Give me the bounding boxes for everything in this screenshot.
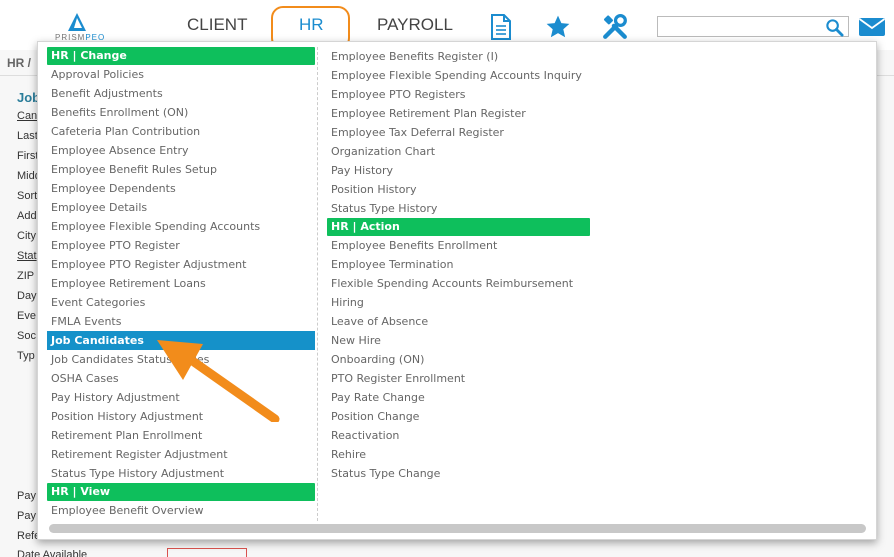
field-label: First — [17, 150, 39, 162]
menu-item-position-change[interactable]: Position Change — [327, 407, 595, 426]
menu-section-header: HR | Change — [47, 47, 315, 65]
menu-item-benefits-enrollment-on[interactable]: Benefits Enrollment (ON) — [47, 103, 315, 122]
menu-item-benefit-adjustments[interactable]: Benefit Adjustments — [47, 84, 315, 103]
menu-item-status-type-history-adjustment[interactable]: Status Type History Adjustment — [47, 464, 315, 483]
horizontal-scrollbar[interactable] — [49, 524, 866, 533]
menu-item-employee-termination[interactable]: Employee Termination — [327, 255, 595, 274]
menu-item-employee-flexible-spending-accounts-inquiry[interactable]: Employee Flexible Spending Accounts Inqu… — [327, 66, 595, 85]
column-divider — [317, 47, 318, 521]
menu-item-employee-tax-deferral-register[interactable]: Employee Tax Deferral Register — [327, 123, 595, 142]
field-label: Pay — [17, 510, 36, 522]
menu-item-rehire[interactable]: Rehire — [327, 445, 595, 464]
menu-item-reactivation[interactable]: Reactivation — [327, 426, 595, 445]
menu-item-pay-history[interactable]: Pay History — [327, 161, 595, 180]
menu-item-employee-details[interactable]: Employee Details — [47, 198, 315, 217]
menu-item-leave-of-absence[interactable]: Leave of Absence — [327, 312, 595, 331]
menu-item-status-type-change[interactable]: Status Type Change — [327, 464, 595, 483]
menu-item-new-hire[interactable]: New Hire — [327, 331, 595, 350]
menu-item-flexible-spending-accounts-reimbursement[interactable]: Flexible Spending Accounts Reimbursement — [327, 274, 595, 293]
field-label: Last — [17, 130, 38, 142]
search-box — [657, 16, 849, 37]
tools-icon[interactable] — [602, 14, 628, 40]
menu-column-1: HR | Change Approval Policies Benefit Adju… — [47, 47, 315, 520]
field-label: Typ — [17, 350, 35, 362]
field-label[interactable]: Can — [17, 110, 37, 122]
menu-item-approval-policies[interactable]: Approval Policies — [47, 65, 315, 84]
menu-item-employee-pto-register[interactable]: Employee PTO Register — [47, 236, 315, 255]
tab-payroll[interactable]: PAYROLL — [377, 15, 453, 35]
field-label: Eve — [17, 310, 36, 322]
menu-item-fmla-events[interactable]: FMLA Events — [47, 312, 315, 331]
menu-item-employee-benefit-rules-setup[interactable]: Employee Benefit Rules Setup — [47, 160, 315, 179]
menu-item-organization-chart[interactable]: Organization Chart — [327, 142, 595, 161]
menu-item-retirement-register-adjustment[interactable]: Retirement Register Adjustment — [47, 445, 315, 464]
date-available-field[interactable] — [167, 548, 247, 557]
menu-item-employee-retirement-loans[interactable]: Employee Retirement Loans — [47, 274, 315, 293]
document-icon[interactable] — [490, 14, 512, 40]
star-icon[interactable] — [545, 14, 571, 40]
menu-item-pto-register-enrollment[interactable]: PTO Register Enrollment — [327, 369, 595, 388]
field-label: Soc — [17, 330, 36, 342]
field-label: Day — [17, 290, 37, 302]
mail-icon[interactable] — [858, 17, 886, 37]
menu-item-onboarding-on[interactable]: Onboarding (ON) — [327, 350, 595, 369]
menu-item-event-categories[interactable]: Event Categories — [47, 293, 315, 312]
menu-item-employee-pto-registers[interactable]: Employee PTO Registers — [327, 85, 595, 104]
menu-item-employee-benefit-overview[interactable]: Employee Benefit Overview — [47, 501, 315, 520]
field-label[interactable]: Stat — [17, 250, 37, 262]
hr-dropdown-menu: HR | Change Approval Policies Benefit Adju… — [37, 41, 877, 540]
field-label: Add — [17, 210, 37, 222]
menu-item-cafeteria-plan-contribution[interactable]: Cafeteria Plan Contribution — [47, 122, 315, 141]
menu-item-employee-benefits-enrollment[interactable]: Employee Benefits Enrollment — [327, 236, 595, 255]
menu-item-employee-pto-register-adjustment[interactable]: Employee PTO Register Adjustment — [47, 255, 315, 274]
field-label: City — [17, 230, 36, 242]
field-label: Pay — [17, 490, 36, 502]
menu-item-retirement-plan-enrollment[interactable]: Retirement Plan Enrollment — [47, 426, 315, 445]
menu-section-header: HR | View — [47, 483, 315, 501]
menu-item-employee-retirement-plan-register[interactable]: Employee Retirement Plan Register — [327, 104, 595, 123]
search-icon[interactable] — [825, 18, 844, 37]
annotation-arrow-icon — [157, 340, 280, 422]
field-label: Date Available — [17, 549, 88, 557]
menu-column-2: Employee Benefits Register (I) Employee F… — [327, 47, 595, 483]
menu-item-employee-absence-entry[interactable]: Employee Absence Entry — [47, 141, 315, 160]
tab-hr[interactable]: HR — [299, 15, 324, 35]
field-label: Sort — [17, 190, 38, 202]
menu-section-header: HR | Action — [327, 218, 590, 236]
menu-item-employee-benefits-register-i[interactable]: Employee Benefits Register (I) — [327, 47, 595, 66]
menu-item-employee-flexible-spending-accounts[interactable]: Employee Flexible Spending Accounts — [47, 217, 315, 236]
menu-item-pay-rate-change[interactable]: Pay Rate Change — [327, 388, 595, 407]
menu-item-status-type-history[interactable]: Status Type History — [327, 199, 595, 218]
tab-client[interactable]: CLIENT — [187, 15, 247, 35]
breadcrumb: HR / — [7, 56, 31, 70]
menu-item-employee-dependents[interactable]: Employee Dependents — [47, 179, 315, 198]
field-label: ZIP — [17, 270, 35, 282]
search-input[interactable] — [658, 17, 818, 36]
menu-item-hiring[interactable]: Hiring — [327, 293, 595, 312]
menu-item-position-history[interactable]: Position History — [327, 180, 595, 199]
logo-mark-icon — [68, 13, 86, 31]
